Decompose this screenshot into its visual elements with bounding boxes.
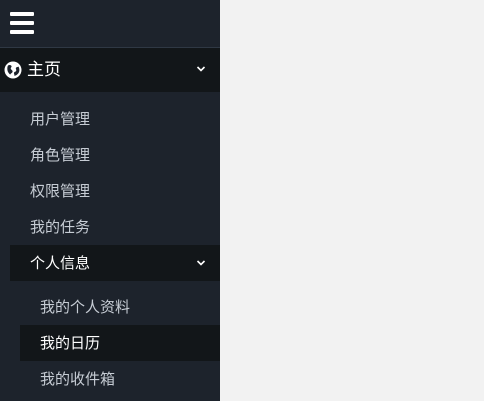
menu-item-home-label: 主页 — [27, 60, 61, 80]
sidebar-item-personal-info[interactable]: 个人信息 — [10, 245, 220, 281]
sidebar-item-personal-info-label: 个人信息 — [30, 254, 91, 272]
sidebar-item-my-tasks[interactable]: 我的任务 — [30, 217, 90, 237]
chevron-down-icon — [196, 66, 206, 72]
sidebar-item-user-management[interactable]: 用户管理 — [30, 109, 90, 129]
sidebar-item-permission-management[interactable]: 权限管理 — [30, 181, 90, 201]
sidebar-item-role-management[interactable]: 角色管理 — [30, 145, 90, 165]
globe-icon — [4, 61, 22, 79]
sidebar-header — [0, 0, 220, 48]
sidebar: 主页 用户管理 角色管理 权限管理 我的任务 个人信息 我的个人资料 我的日历 … — [0, 0, 220, 401]
main-content — [220, 0, 484, 401]
hamburger-menu-icon[interactable] — [10, 12, 34, 34]
menu-item-home[interactable]: 主页 — [0, 48, 220, 92]
sidebar-item-my-inbox[interactable]: 我的收件箱 — [40, 369, 115, 389]
chevron-down-icon — [196, 260, 206, 266]
sidebar-item-my-calendar[interactable]: 我的日历 — [40, 333, 100, 353]
sidebar-item-my-profile[interactable]: 我的个人资料 — [40, 297, 130, 317]
